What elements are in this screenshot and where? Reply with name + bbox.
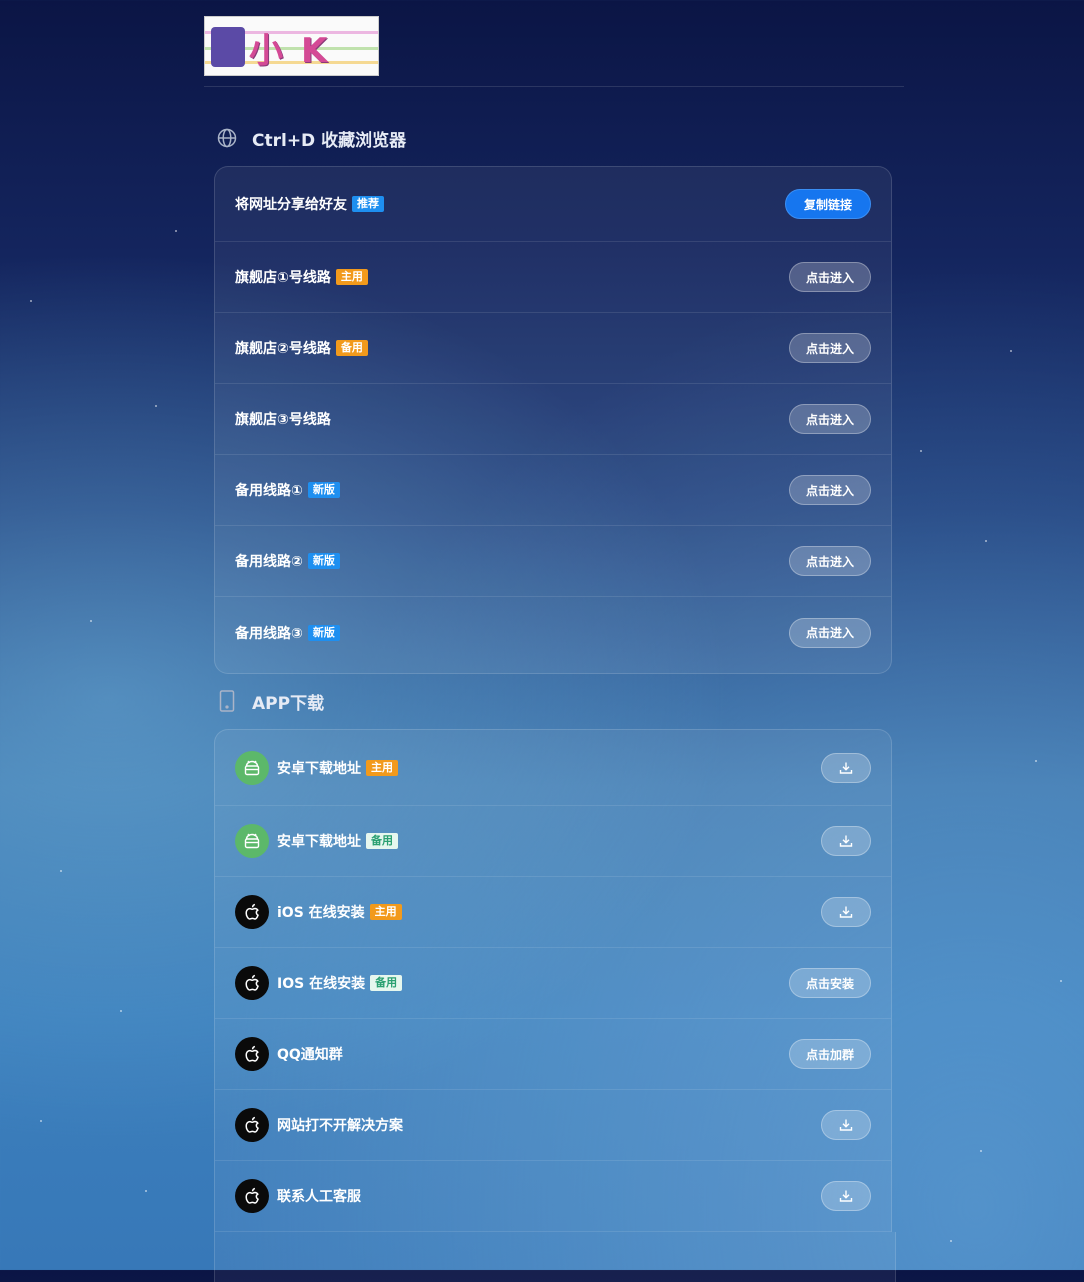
row-left: IOS 在线安装 备用 — [235, 966, 403, 1000]
row-label: 安卓下载地址 — [277, 760, 361, 777]
apple-icon — [235, 1037, 269, 1071]
android-icon — [235, 750, 269, 785]
status-badge: 新版 — [307, 482, 340, 498]
section-title-text: APP下载 — [252, 693, 325, 714]
app-row: 联系人工客服 — [215, 1161, 891, 1232]
download-button[interactable] — [821, 1181, 871, 1211]
row-left: 安卓下载地址 备用 — [235, 824, 398, 858]
row-left: iOS 在线安装 主用 — [235, 895, 402, 929]
phone-icon — [216, 690, 238, 712]
download-icon — [839, 905, 853, 919]
app-row: QQ通知群 点击加群 — [215, 1019, 891, 1090]
app-row: 安卓下载地址 主用 — [215, 730, 891, 806]
row-label: 备用线路① — [235, 483, 303, 499]
status-badge: 新版 — [307, 624, 340, 641]
row-label: 备用线路② — [235, 554, 303, 570]
row-left: 网站打不开解决方案 — [235, 1108, 403, 1142]
section-title-text: Ctrl+D 收藏浏览器 — [252, 130, 407, 151]
status-badge: 主用 — [335, 269, 368, 285]
download-button[interactable] — [821, 897, 871, 927]
row-label: iOS 在线安装 — [277, 905, 365, 921]
row-left: 将网址分享给好友 推荐 — [235, 194, 384, 214]
link-row: 旗舰店②号线路 备用 点击进入 — [215, 313, 891, 384]
site-logo[interactable]: 小K网 — [204, 16, 379, 76]
card-bottom-spacer — [214, 1232, 896, 1282]
app-row: iOS 在线安装 主用 — [215, 877, 891, 948]
download-button[interactable] — [821, 1110, 871, 1140]
logo-figure-icon — [211, 27, 245, 67]
link-row: 备用线路② 新版 点击进入 — [215, 526, 891, 597]
apple-icon — [235, 966, 269, 1000]
download-icon — [839, 834, 853, 848]
android-icon — [235, 824, 269, 858]
apps-card: 安卓下载地址 主用 安卓下载地址 备用 iOS 在线安装 主用 IOS 在线安装 备用 点击安装… — [214, 729, 892, 1232]
enter-button[interactable]: 点击进入 — [789, 404, 871, 434]
status-badge: 新版 — [307, 553, 340, 569]
section-title-app: APP下载 — [216, 689, 325, 714]
link-row: 旗舰店③号线路 点击进入 — [215, 384, 891, 455]
row-label: 联系人工客服 — [277, 1189, 361, 1205]
row-label: 旗舰店③号线路 — [235, 412, 331, 428]
row-left: 备用线路③ 新版 — [235, 623, 340, 643]
enter-button[interactable]: 点击加群 — [789, 1039, 871, 1069]
app-row: IOS 在线安装 备用 点击安装 — [215, 948, 891, 1019]
link-row: 将网址分享给好友 推荐 复制链接 — [215, 167, 891, 242]
links-card: 将网址分享给好友 推荐 复制链接 旗舰店①号线路 主用 点击进入 旗舰店②号线路 备用 点击进入… — [214, 166, 892, 674]
logo-text: 小K网 — [249, 31, 346, 71]
row-label: IOS 在线安装 — [277, 976, 366, 992]
row-left: 联系人工客服 — [235, 1179, 361, 1213]
row-left: 安卓下载地址 主用 — [235, 750, 398, 785]
status-badge: 备用 — [335, 340, 368, 356]
row-label: 安卓下载地址 — [277, 834, 361, 850]
link-row: 旗舰店①号线路 主用 点击进入 — [215, 242, 891, 313]
download-icon — [839, 1118, 853, 1132]
download-icon — [839, 761, 853, 775]
copy-link-button[interactable]: 复制链接 — [785, 189, 871, 219]
section-title-bookmark: Ctrl+D 收藏浏览器 — [216, 126, 407, 151]
enter-button[interactable]: 点击进入 — [789, 617, 871, 648]
row-left: 旗舰店①号线路 主用 — [235, 267, 368, 287]
row-left: 备用线路② 新版 — [235, 551, 340, 571]
apple-icon — [235, 1108, 269, 1142]
download-button[interactable] — [821, 752, 871, 783]
row-left: 旗舰店②号线路 备用 — [235, 338, 368, 358]
row-label: 备用线路③ — [235, 625, 303, 642]
status-badge: 备用 — [370, 975, 403, 991]
download-button[interactable] — [821, 826, 871, 856]
status-badge: 主用 — [369, 904, 402, 920]
link-row: 备用线路① 新版 点击进入 — [215, 455, 891, 526]
enter-button[interactable]: 点击进入 — [789, 333, 871, 363]
enter-button[interactable]: 点击进入 — [789, 546, 871, 576]
row-label: 网站打不开解决方案 — [277, 1118, 403, 1134]
apple-icon — [235, 895, 269, 929]
row-label: 将网址分享给好友 — [235, 197, 347, 213]
status-badge: 备用 — [366, 833, 398, 849]
row-left: 备用线路① 新版 — [235, 480, 340, 500]
enter-button[interactable]: 点击进入 — [789, 262, 871, 292]
row-label: QQ通知群 — [277, 1047, 343, 1063]
header-divider — [204, 86, 904, 87]
app-row: 安卓下载地址 备用 — [215, 806, 891, 877]
enter-button[interactable]: 点击安装 — [789, 968, 871, 998]
row-label: 旗舰店①号线路 — [235, 270, 331, 286]
row-left: 旗舰店③号线路 — [235, 409, 331, 429]
apple-icon — [235, 1179, 269, 1213]
link-row: 备用线路③ 新版 点击进入 — [215, 597, 891, 668]
row-label: 旗舰店②号线路 — [235, 341, 331, 357]
download-icon — [839, 1189, 853, 1203]
status-badge: 推荐 — [352, 196, 384, 212]
globe-icon — [216, 127, 238, 149]
row-left: QQ通知群 — [235, 1037, 343, 1071]
enter-button[interactable]: 点击进入 — [789, 475, 871, 505]
status-badge: 主用 — [366, 759, 398, 776]
app-row: 网站打不开解决方案 — [215, 1090, 891, 1161]
